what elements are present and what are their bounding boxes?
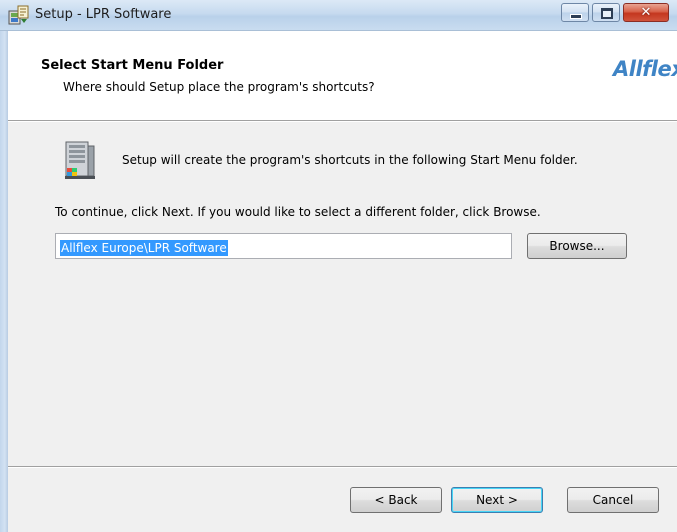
next-button[interactable]: Next > bbox=[451, 487, 543, 513]
setup-window: Setup - LPR Software ✕ Select Start Menu… bbox=[0, 0, 677, 532]
folder-input-selected-text: Allflex Europe\LPR Software bbox=[60, 240, 228, 256]
setup-installer-icon bbox=[8, 5, 29, 25]
maximize-button[interactable] bbox=[592, 3, 620, 22]
info-text: Setup will create the program's shortcut… bbox=[122, 153, 578, 167]
title-bar[interactable]: Setup - LPR Software ✕ bbox=[0, 0, 677, 31]
footer-divider-highlight bbox=[8, 467, 677, 468]
back-button[interactable]: < Back bbox=[350, 487, 442, 513]
window-title: Setup - LPR Software bbox=[35, 7, 172, 22]
close-button[interactable]: ✕ bbox=[623, 3, 669, 22]
maximize-icon bbox=[601, 8, 613, 19]
minimize-button[interactable] bbox=[561, 3, 589, 22]
allflex-logo: Allflex bbox=[613, 57, 677, 81]
close-icon: ✕ bbox=[640, 5, 652, 20]
instruction-text: To continue, click Next. If you would li… bbox=[55, 205, 541, 219]
page-title: Select Start Menu Folder bbox=[41, 58, 224, 73]
start-menu-folder-icon bbox=[65, 141, 95, 179]
cancel-button[interactable]: Cancel bbox=[567, 487, 659, 513]
start-menu-folder-input[interactable]: Allflex Europe\LPR Software bbox=[55, 233, 512, 259]
window-frame-left bbox=[0, 30, 8, 532]
minimize-icon bbox=[570, 14, 582, 19]
header-divider-highlight bbox=[8, 121, 677, 122]
wizard-header: Select Start Menu Folder Where should Se… bbox=[8, 31, 677, 120]
page-subtitle: Where should Setup place the program's s… bbox=[63, 80, 375, 94]
browse-button[interactable]: Browse... bbox=[527, 233, 627, 259]
